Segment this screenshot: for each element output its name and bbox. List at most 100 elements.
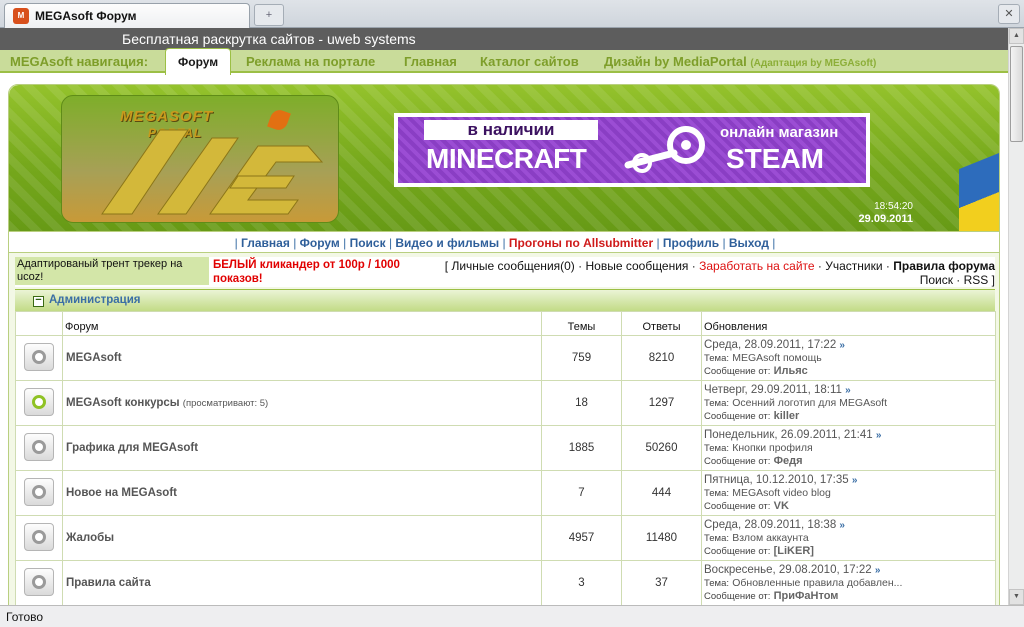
status-text: Готово [6, 610, 44, 624]
forum-status-cell [15, 425, 63, 471]
nav-design-label: Дизайн by MediaPortal [604, 54, 747, 69]
nav-design-note: (Адаптация by MEGAsoft) [750, 58, 877, 69]
forum-name-cell: Правила сайта [62, 560, 542, 605]
forum-status-cell [15, 515, 63, 561]
forum-status-cell [15, 470, 63, 516]
last-topic-link[interactable]: Осенний логотип для MEGAsoft [732, 397, 887, 409]
menu-allsubmitter[interactable]: Прогоны по Allsubmitter [509, 236, 653, 250]
forum-no-new-posts-icon[interactable] [24, 477, 54, 506]
forum-no-new-posts-icon[interactable] [24, 522, 54, 551]
scroll-thumb[interactable] [1010, 46, 1023, 142]
steam-logo-icon [624, 126, 705, 173]
last-author-link[interactable]: Федя [774, 455, 803, 467]
promo-link[interactable]: Бесплатная раскрутка сайтов - uweb syste… [122, 31, 416, 47]
forum-link[interactable]: Правила сайта [66, 577, 151, 589]
clicker-ad-link[interactable]: БЕЛЫЙ кликандер от 100р / 1000 показов! [213, 258, 443, 286]
last-post-cell: Среда, 28.09.2011, 18:38 » Тема: Взлом ак… [701, 515, 996, 561]
last-post-cell: Пятница, 10.12.2010, 17:35 » Тема: MEGAso… [701, 470, 996, 516]
nav-tab-design[interactable]: Дизайн by MediaPortal (Адаптация by MEGA… [604, 54, 876, 69]
last-author-link[interactable]: VK [774, 500, 789, 512]
last-topic-link[interactable]: Взлом аккаунта [732, 532, 808, 544]
link-new-posts[interactable]: Новые сообщения [585, 259, 688, 273]
nav-tab-ads[interactable]: Реклама на портале [246, 54, 375, 69]
last-post-date: Среда, 28.09.2011, 18:38 [704, 518, 837, 531]
category-title[interactable]: Администрация [49, 294, 141, 306]
forum-viewers: (просматривают: 5) [182, 398, 269, 409]
forum-no-new-posts-icon[interactable] [24, 567, 54, 596]
link-members[interactable]: Участники [825, 259, 882, 273]
collapse-icon[interactable]: − [33, 295, 44, 307]
site-icon: M [13, 8, 29, 24]
forum-name-cell: Графика для MEGAsoft [62, 425, 542, 471]
forum-link[interactable]: Новое на MEGAsoft [66, 487, 177, 499]
col-replies: Ответы [621, 311, 702, 336]
go-to-last-post-icon[interactable]: » [839, 340, 845, 351]
close-icon[interactable]: ✕ [998, 4, 1020, 24]
torrent-ad-link[interactable]: Адаптированый трент трекер на ucoz! [15, 257, 209, 285]
nav-tab-forum[interactable]: Форум [165, 48, 232, 75]
menu-home[interactable]: Главная [241, 236, 290, 250]
scroll-up-icon[interactable]: ▲ [1009, 28, 1024, 44]
go-to-last-post-icon[interactable]: » [852, 475, 858, 486]
site-navigation: MEGAsoft навигация: Форум Реклама на пор… [0, 48, 1008, 75]
steam-banner[interactable]: в наличии MINECRAFT онлайн магазин STEAM [394, 113, 870, 187]
last-post-cell: Понедельник, 26.09.2011, 21:41 » Тема: Кн… [701, 425, 996, 471]
last-topic-link[interactable]: Кнопки профиля [732, 442, 813, 454]
link-rss[interactable]: RSS [964, 273, 989, 287]
last-author-link[interactable]: Ильяс [774, 365, 808, 377]
nav-tab-home[interactable]: Главная [404, 54, 457, 69]
category-header: − Администрация [15, 289, 995, 311]
go-to-last-post-icon[interactable]: » [839, 520, 845, 531]
last-author-link[interactable]: [LiKER] [774, 545, 814, 557]
menu-video[interactable]: Видео и фильмы [395, 236, 499, 250]
forum-new-posts-icon[interactable] [24, 387, 54, 416]
last-post-cell: Воскресенье, 29.08.2010, 17:22 » Тема: Об… [701, 560, 996, 605]
replies-count: 444 [621, 470, 702, 516]
topics-count: 7 [541, 470, 622, 516]
last-topic-link[interactable]: MEGAsoft video blog [732, 487, 831, 499]
menu-forum[interactable]: Форум [300, 236, 340, 250]
forum-no-new-posts-icon[interactable] [24, 342, 54, 371]
promo-bar[interactable]: Бесплатная раскрутка сайтов - uweb syste… [0, 28, 1008, 50]
forum-link[interactable]: MEGAsoft [66, 352, 122, 364]
link-private-messages[interactable]: Личные сообщения(0) [451, 259, 574, 273]
last-topic-link[interactable]: Обновленные правила добавлен... [732, 577, 902, 589]
table-row: Новое на MEGAsoft 7 444 Пятница, 10.12.2010… [15, 470, 996, 516]
last-post-date: Среда, 28.09.2011, 17:22 [704, 338, 837, 351]
topics-count: 18 [541, 380, 622, 426]
replies-count: 50260 [621, 425, 702, 471]
last-author-link[interactable]: ПриФаНтом [774, 590, 839, 602]
forum-name-cell: Жалобы [62, 515, 542, 561]
forum-link[interactable]: Жалобы [66, 532, 114, 544]
menu-search[interactable]: Поиск [350, 236, 386, 250]
menu-logout[interactable]: Выход [729, 236, 769, 250]
new-tab-button[interactable]: + [254, 4, 284, 26]
last-author-link[interactable]: killer [774, 410, 800, 422]
forum-name-cell: MEGAsoft конкурсы (просматривают: 5) [62, 380, 542, 426]
link-forum-rules[interactable]: Правила форума [893, 259, 995, 273]
menu-profile[interactable]: Профиль [663, 236, 719, 250]
replies-count: 11480 [621, 515, 702, 561]
forum-name-cell: Новое на MEGAsoft [62, 470, 542, 516]
browser-tab[interactable]: M MEGAsoft Форум [4, 3, 250, 28]
replies-count: 37 [621, 560, 702, 605]
forum-link[interactable]: MEGAsoft конкурсы [66, 397, 180, 409]
link-search[interactable]: Поиск [920, 273, 953, 287]
nav-tab-catalog[interactable]: Каталог сайтов [480, 54, 579, 69]
scroll-down-icon[interactable]: ▼ [1009, 589, 1024, 605]
col-updates: Обновления [701, 311, 996, 336]
author-label: Сообщение от: [704, 365, 771, 377]
forum-no-new-posts-icon[interactable] [24, 432, 54, 461]
site-logo[interactable]: MEGASOFT PORTAL [61, 95, 339, 223]
go-to-last-post-icon[interactable]: » [845, 385, 851, 396]
go-to-last-post-icon[interactable]: » [875, 565, 881, 576]
last-topic-link[interactable]: MEGAsoft помощь [732, 352, 821, 364]
replies-count: 8210 [621, 335, 702, 381]
user-links: [ Личные сообщения(0) · Новые сообщения … [444, 259, 995, 287]
link-earn[interactable]: Заработать на сайте [699, 259, 814, 273]
last-post-cell: Четверг, 29.09.2011, 18:11 » Тема: Осенни… [701, 380, 996, 426]
nav-label: MEGAsoft навигация: [10, 54, 149, 69]
forum-link[interactable]: Графика для MEGAsoft [66, 442, 198, 454]
vertical-scrollbar[interactable]: ▲ ▼ [1008, 28, 1024, 605]
go-to-last-post-icon[interactable]: » [876, 430, 882, 441]
